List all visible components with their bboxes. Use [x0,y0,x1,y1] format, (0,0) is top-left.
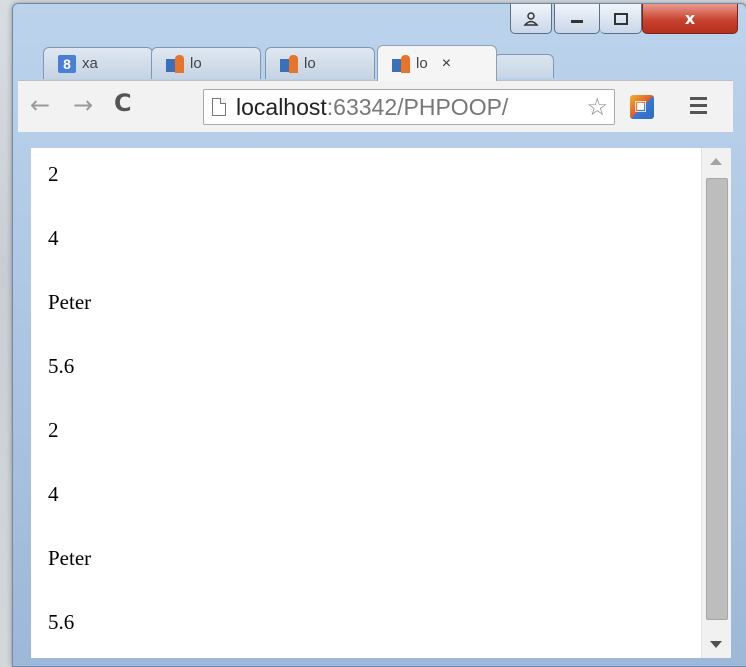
user-icon [523,11,539,26]
tab-label: lo [416,55,428,72]
output-line: 5.6 [48,610,75,634]
browser-toolbar: ← → C localhost:63342/PHPOOP/ ☆ [18,80,733,132]
phpstorm-icon [392,54,410,73]
tab-close-icon[interactable]: × [442,55,451,73]
output-line: 2 [48,162,59,186]
reload-icon[interactable]: C [114,89,132,117]
scroll-down-arrow-icon[interactable] [710,641,722,648]
hamburger-menu-icon[interactable] [690,97,707,118]
vertical-scrollbar[interactable] [701,148,731,658]
output-line: Peter [48,290,92,314]
back-arrow-icon[interactable]: ← [30,91,50,119]
forward-arrow-icon[interactable]: → [73,91,93,119]
phpstorm-icon [280,54,298,73]
tab-localhost-2[interactable]: lo [265,47,375,79]
page-icon [212,98,226,116]
url-path: :63342/PHPOOP/ [326,93,509,120]
maximize-button[interactable] [600,4,642,34]
output-line: 4 [48,226,59,250]
output-line: 2 [48,418,59,442]
tab-localhost-active[interactable]: lo × [377,45,497,81]
google-icon: 8 [58,54,76,73]
output-line: Peter [48,546,92,570]
tab-label: lo [190,55,202,72]
page-content: 2 4 Peter 5.6 2 4 Peter 5.6 [31,148,701,658]
close-icon: x [684,9,696,28]
scroll-up-arrow-icon[interactable] [710,158,722,165]
maximize-icon [613,12,628,25]
output-line: 5.6 [48,354,75,378]
tab-google[interactable]: 8 xa [43,47,153,79]
shopping-cart-icon[interactable] [630,95,654,119]
output-line: 4 [48,482,59,506]
tab-label: xa [82,55,98,72]
new-tab-button[interactable] [494,54,554,78]
close-window-button[interactable]: x [642,4,738,34]
user-profile-button[interactable] [510,4,552,34]
tab-label: lo [304,55,316,72]
url-host: localhost [236,93,327,120]
minimize-button[interactable] [554,4,600,34]
bookmark-star-icon[interactable]: ☆ [583,93,608,122]
minimize-icon [571,19,583,23]
address-bar[interactable]: localhost:63342/PHPOOP/ ☆ [203,89,615,125]
scrollbar-thumb[interactable] [706,178,728,620]
tab-localhost-1[interactable]: lo [151,47,261,79]
phpstorm-icon [166,54,184,73]
